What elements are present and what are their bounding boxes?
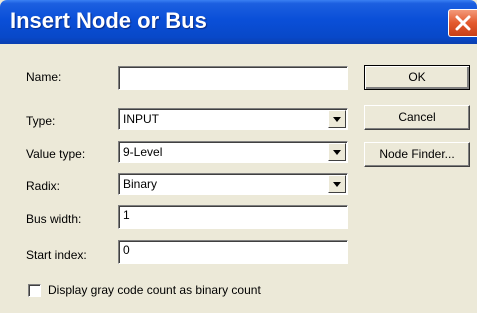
title-bar[interactable]: Insert Node or Bus [0, 0, 477, 44]
bus-width-input[interactable]: 1 [118, 205, 348, 229]
type-value: INPUT [123, 112, 159, 126]
start-index-input[interactable]: 0 [118, 240, 348, 264]
value-type-label: Value type: [26, 147, 86, 161]
ok-button[interactable]: OK [364, 65, 470, 90]
name-input[interactable] [118, 66, 348, 90]
radix-value: Binary [123, 177, 158, 191]
chevron-down-icon [333, 150, 341, 155]
chevron-down-icon [333, 117, 341, 122]
type-select[interactable]: INPUT [118, 108, 348, 130]
gray-code-checkbox[interactable] [28, 284, 41, 297]
value-type-select[interactable]: 9-Level [118, 141, 348, 163]
radix-label: Radix: [26, 179, 61, 193]
cancel-button[interactable]: Cancel [364, 105, 470, 130]
radix-dropdown-button[interactable] [328, 175, 346, 193]
window-title: Insert Node or Bus [10, 8, 207, 33]
radix-select[interactable]: Binary [118, 173, 348, 195]
type-dropdown-button[interactable] [328, 110, 346, 128]
bus-width-label: Bus width: [26, 212, 82, 226]
node-finder-button[interactable]: Node Finder... [364, 142, 470, 167]
type-label: Type: [26, 114, 56, 128]
chevron-down-icon [333, 182, 341, 187]
start-index-label: Start index: [26, 248, 87, 262]
value-type-value: 9-Level [123, 145, 163, 159]
dialog-body: Name: Type: INPUT Value type: 9-Level Ra… [0, 44, 477, 313]
gray-code-label[interactable]: Display gray code count as binary count [48, 283, 261, 297]
insert-node-dialog: Insert Node or Bus Name: Type: INPUT Val… [0, 0, 477, 313]
value-type-dropdown-button[interactable] [328, 143, 346, 161]
name-label: Name: [26, 70, 62, 84]
close-icon [455, 15, 471, 31]
close-button[interactable] [448, 9, 477, 37]
